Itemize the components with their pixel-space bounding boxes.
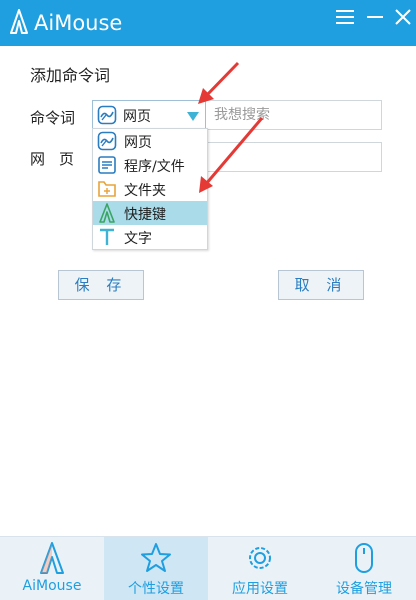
bottom-nav: AiMouse 个性设置 应用设置 设备管理: [0, 536, 416, 600]
dropdown-item-label: 网页: [124, 135, 152, 151]
nav-item-device-management[interactable]: 设备管理: [312, 537, 416, 600]
nav-label: 应用设置: [232, 581, 288, 597]
title-bar: AiMouse: [0, 0, 416, 46]
aimouse-logo-icon: [10, 9, 28, 34]
close-icon[interactable]: [392, 6, 414, 28]
type-select-value: 网页: [123, 109, 151, 125]
shortcut-icon: [99, 203, 115, 223]
dropdown-item-shortcut[interactable]: 快捷键: [93, 201, 207, 225]
command-label: 命令词: [30, 109, 76, 127]
type-select[interactable]: 网页: [92, 100, 206, 130]
mouse-icon: [355, 543, 373, 573]
nav-item-aimouse[interactable]: AiMouse: [0, 537, 104, 600]
type-dropdown: 网页 程序/文件 文件夹 快捷键 文字: [92, 128, 208, 250]
dropdown-item-folder[interactable]: 文件夹: [93, 177, 207, 201]
dropdown-item-program-file[interactable]: 程序/文件: [93, 153, 207, 177]
dropdown-item-webpage[interactable]: 网页: [93, 129, 207, 153]
dropdown-item-label: 程序/文件: [124, 159, 185, 175]
minimize-icon[interactable]: [364, 6, 386, 28]
folder-icon: [98, 181, 116, 197]
chevron-down-icon[interactable]: [187, 112, 199, 121]
star-icon: [141, 543, 171, 572]
main-content: 添加命令词 命令词 网页 网页 保 存 取 消 网页: [0, 46, 416, 536]
page-title: 添加命令词: [30, 66, 111, 85]
webpage-icon: [97, 105, 117, 125]
aimouse-logo-icon: [40, 542, 64, 574]
dropdown-item-label: 文件夹: [124, 183, 166, 199]
text-icon: [100, 228, 114, 245]
nav-label: 设备管理: [336, 581, 392, 597]
dropdown-item-label: 快捷键: [124, 207, 166, 223]
menu-icon[interactable]: [334, 6, 356, 28]
nav-label: AiMouse: [22, 578, 82, 594]
dropdown-item-text[interactable]: 文字: [93, 225, 207, 249]
dropdown-item-label: 文字: [124, 231, 152, 247]
web-input[interactable]: [206, 142, 382, 172]
save-button[interactable]: 保 存: [58, 270, 144, 300]
nav-label: 个性设置: [128, 581, 184, 597]
webpage-icon: [97, 131, 117, 151]
nav-item-personal-settings[interactable]: 个性设置: [104, 537, 208, 600]
web-label: 网页: [30, 150, 89, 168]
program-file-icon: [98, 156, 116, 174]
cancel-button[interactable]: 取 消: [278, 270, 364, 300]
gear-icon: [249, 547, 271, 569]
command-input[interactable]: [206, 100, 382, 130]
app-title: AiMouse: [34, 11, 123, 35]
nav-item-app-settings[interactable]: 应用设置: [208, 537, 312, 600]
